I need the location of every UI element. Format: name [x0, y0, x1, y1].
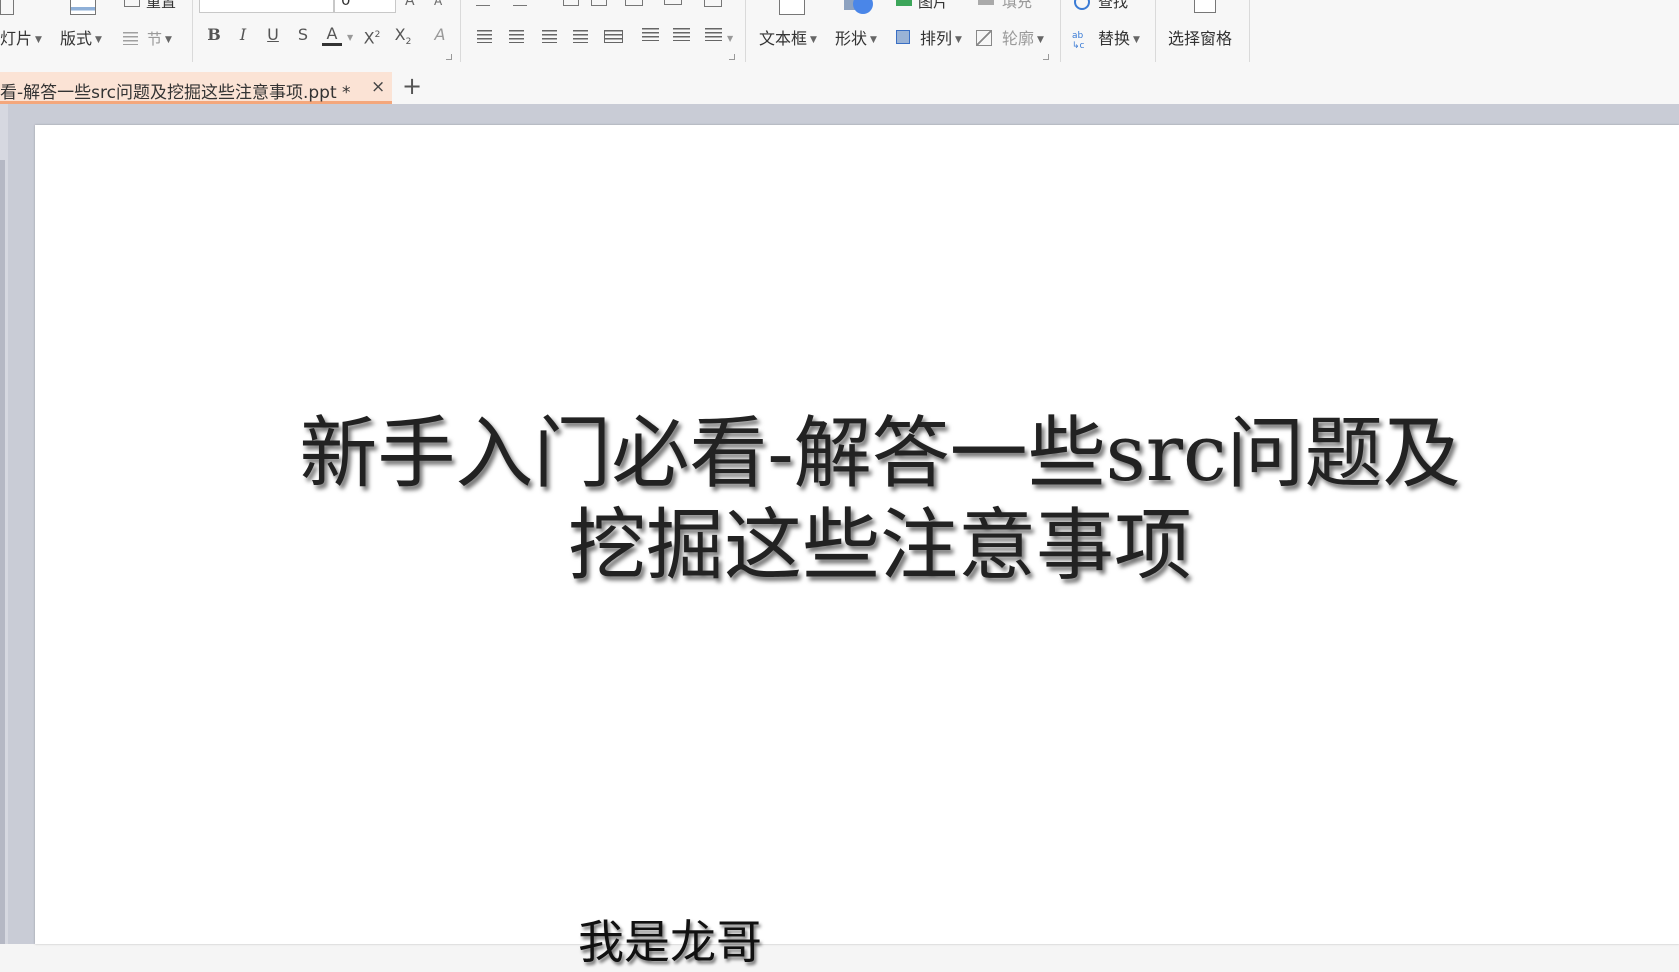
slide-title-line-1: 新手入门必看-解答一些src问题及: [299, 409, 1461, 499]
fill-button[interactable]: 填充: [1002, 0, 1032, 12]
find-icon[interactable]: [1074, 0, 1090, 10]
distribute-icon[interactable]: [604, 30, 623, 43]
outline-icon[interactable]: [976, 30, 992, 46]
new-slide-button[interactable]: 灯片 ▼: [0, 29, 42, 50]
clear-format-icon[interactable]: A: [430, 24, 450, 46]
close-icon[interactable]: ×: [371, 77, 385, 97]
strikethrough-button[interactable]: S: [293, 24, 313, 46]
shrink-font-icon[interactable]: A: [434, 0, 442, 11]
textbox-icon[interactable]: [779, 0, 805, 15]
font-dialog-launcher[interactable]: [446, 54, 452, 60]
picture-icon[interactable]: [896, 0, 912, 6]
new-slide-icon[interactable]: [0, 0, 14, 15]
line-spacing-icon[interactable]: [642, 28, 659, 41]
text-align-icon[interactable]: [704, 0, 722, 7]
textbox-button[interactable]: 文本框 ▼: [759, 29, 817, 50]
numbering-icon[interactable]: [513, 0, 527, 6]
reset-button[interactable]: 重置: [146, 0, 176, 12]
italic-button[interactable]: I: [233, 24, 253, 46]
selection-pane-button[interactable]: 选择窗格: [1168, 29, 1232, 49]
find-button[interactable]: 查找: [1098, 0, 1128, 12]
selection-pane-icon[interactable]: [1194, 0, 1216, 13]
align-left-icon[interactable]: [477, 30, 492, 43]
shape-circle-icon: [853, 0, 873, 14]
slide-title-line-2: 挖掘这些注意事项: [567, 501, 1192, 591]
superscript-button[interactable]: X2: [362, 24, 382, 49]
fill-icon[interactable]: [978, 0, 994, 5]
bold-button[interactable]: B: [204, 24, 224, 46]
font-color-button[interactable]: A: [322, 24, 342, 46]
font-name-field[interactable]: [199, 0, 334, 13]
columns-icon[interactable]: [625, 0, 643, 6]
section-button[interactable]: 节 ▼: [147, 29, 172, 50]
decrease-indent-icon[interactable]: [563, 0, 579, 6]
layout-icon[interactable]: [70, 0, 96, 15]
font-size-field[interactable]: 0: [334, 0, 396, 13]
ribbon-toolbar: 灯片 ▼ 版式 ▼ 重置 节 ▼ 0 A A B I U S A ▼ X2 X2 A …: [0, 0, 1679, 70]
layout-button[interactable]: 版式 ▼: [60, 29, 102, 50]
font-color-dropdown-icon[interactable]: ▼: [347, 28, 353, 48]
replace-button[interactable]: 替换 ▼: [1098, 29, 1140, 50]
underline-button[interactable]: U: [263, 24, 283, 46]
paragraph-dialog-launcher[interactable]: [729, 54, 735, 60]
outline-button[interactable]: 轮廓 ▼: [1002, 29, 1044, 50]
arrange-icon[interactable]: [896, 30, 910, 44]
drawing-dialog-launcher[interactable]: [1043, 54, 1049, 60]
subscript-button[interactable]: X2: [393, 24, 413, 53]
indent-options-icon[interactable]: [705, 28, 722, 41]
picture-button[interactable]: 图片: [918, 0, 948, 12]
arrange-button[interactable]: 排列 ▼: [920, 29, 962, 50]
grow-font-icon[interactable]: A: [405, 0, 415, 11]
new-tab-button[interactable]: +: [402, 72, 422, 100]
font-size-value: 0: [341, 0, 351, 9]
align-center-icon[interactable]: [509, 30, 524, 43]
slide-subtitle[interactable]: 我是龙哥: [578, 912, 762, 972]
reset-icon[interactable]: [124, 0, 140, 7]
document-tab-label: 看-解答一些src问题及挖掘这些注意事项.ppt *: [0, 83, 351, 103]
indent-options-dropdown-icon[interactable]: ▼: [727, 29, 733, 49]
justify-icon[interactable]: [573, 30, 588, 43]
paragraph-spacing-icon[interactable]: [673, 28, 690, 41]
document-tab-bar: 看-解答一些src问题及挖掘这些注意事项.ppt * × +: [0, 70, 1679, 104]
align-right-icon[interactable]: [542, 30, 557, 43]
shape-button[interactable]: 形状 ▼: [835, 29, 877, 50]
replace-icon[interactable]: ab ↳c: [1072, 31, 1085, 51]
increase-indent-icon[interactable]: [591, 0, 607, 6]
section-icon: [123, 32, 138, 45]
text-direction-icon[interactable]: [664, 0, 682, 5]
document-tab[interactable]: 看-解答一些src问题及挖掘这些注意事项.ppt * ×: [0, 72, 392, 104]
bullets-icon[interactable]: [476, 0, 490, 6]
slide-title[interactable]: 新手入门必看-解答一些src问题及 挖掘这些注意事项: [0, 408, 1679, 592]
